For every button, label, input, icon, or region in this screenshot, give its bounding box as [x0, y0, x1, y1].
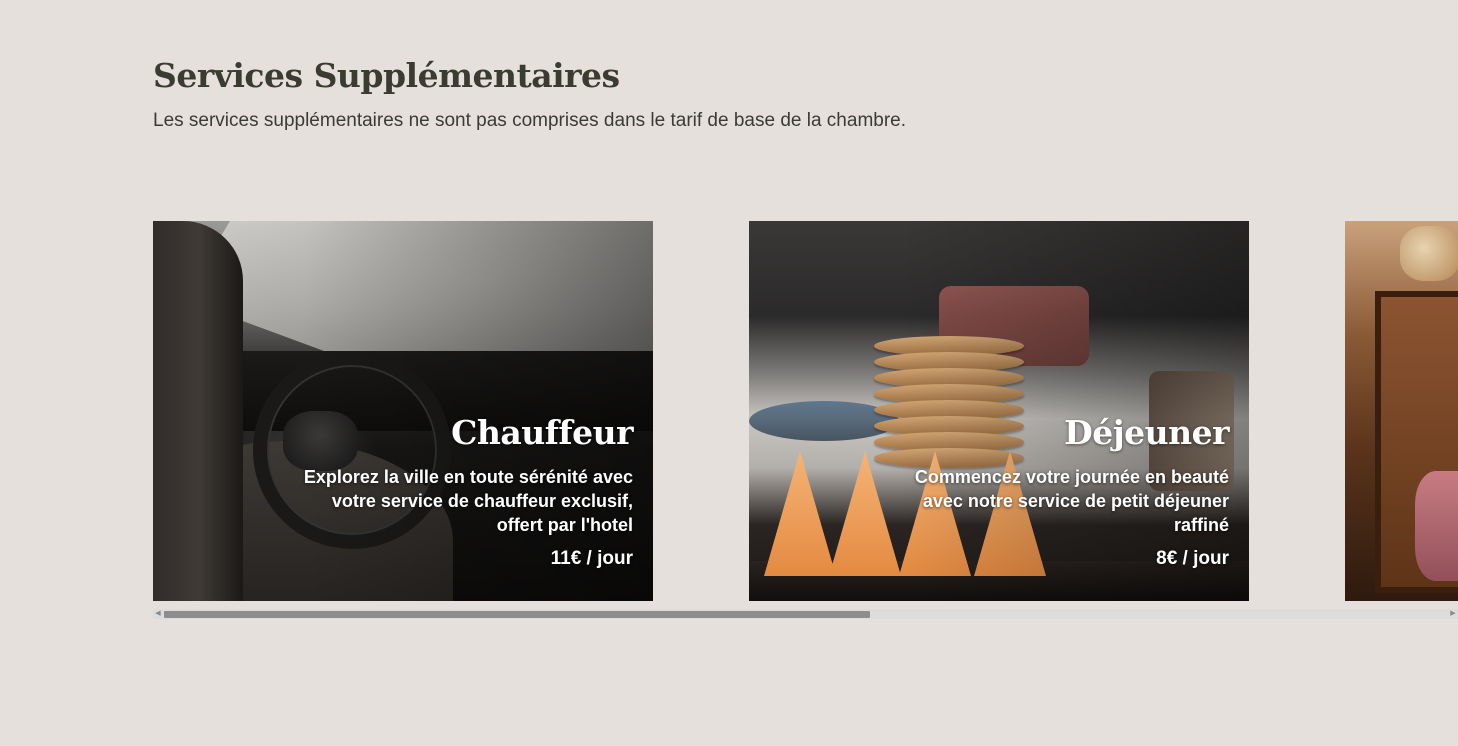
caret-right-icon[interactable]: ▶: [1448, 609, 1458, 619]
caret-left-icon[interactable]: ◀: [153, 609, 163, 619]
service-title: Déjeuner: [1064, 413, 1229, 452]
services-carousel[interactable]: Chauffeur Explorez la ville en toute sér…: [153, 221, 1458, 601]
section-subtitle: Les services supplémentaires ne sont pas…: [153, 110, 907, 131]
service-title: Chauffeur: [451, 413, 633, 452]
service-card-partial[interactable]: [1345, 221, 1458, 601]
service-description: Explorez la ville en toute sérénité avec…: [303, 467, 633, 535]
section-title: Services Supplémentaires: [153, 56, 620, 95]
scrollbar-thumb[interactable]: [164, 611, 870, 618]
service-card-dejeuner[interactable]: Déjeuner Commencez votre journée en beau…: [749, 221, 1249, 601]
horizontal-scrollbar[interactable]: ◀ ▶: [153, 609, 1458, 619]
charcuterie-board-photo: [1345, 221, 1458, 601]
service-price: 11€ / jour: [550, 548, 633, 569]
service-price: 8€ / jour: [1156, 548, 1229, 569]
service-description: Commencez votre journée en beauté avec n…: [914, 467, 1229, 535]
service-card-overlay: Chauffeur Explorez la ville en toute sér…: [303, 413, 634, 571]
service-card-chauffeur[interactable]: Chauffeur Explorez la ville en toute sér…: [153, 221, 653, 601]
service-card-overlay: Déjeuner Commencez votre journée en beau…: [899, 413, 1230, 571]
